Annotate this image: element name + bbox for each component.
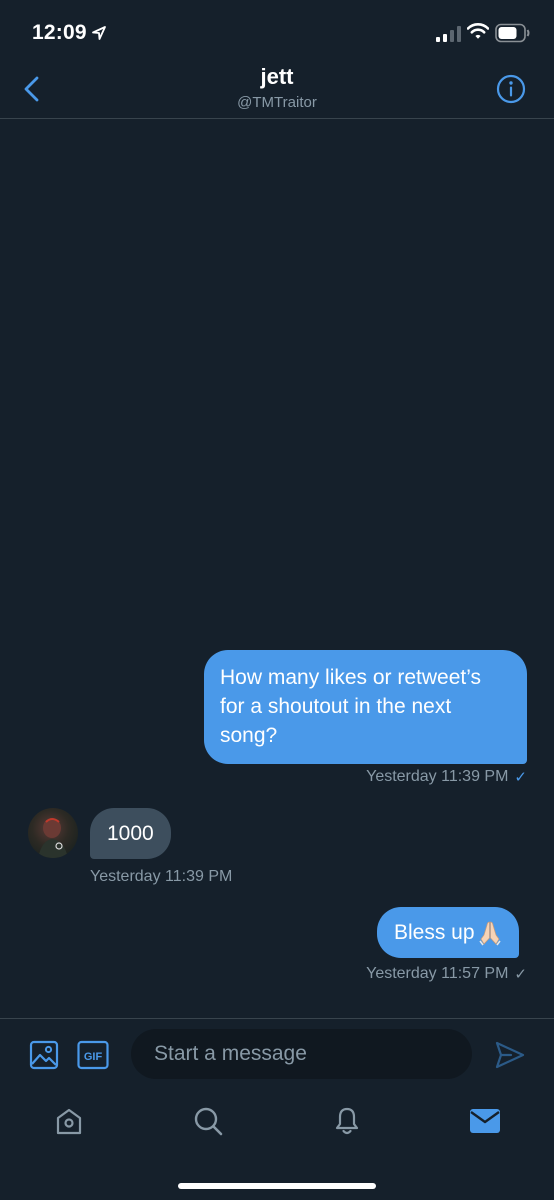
message-timestamp: Yesterday 11:39 PM xyxy=(90,868,232,886)
message-text: How many likes or retweet’s for a shouto… xyxy=(220,666,482,747)
received-message-bubble[interactable]: 1000 xyxy=(90,808,171,859)
battery-icon xyxy=(495,23,530,43)
message-timestamp: Yesterday 11:39 PM ✓ xyxy=(366,768,527,786)
home-tab-icon[interactable] xyxy=(54,1106,84,1136)
gif-icon[interactable]: GIF xyxy=(77,1040,109,1070)
folded-hands-emoji-icon xyxy=(478,921,501,945)
avatar-image xyxy=(38,818,68,858)
contact-name[interactable]: jett xyxy=(0,64,554,90)
message-composer: GIF xyxy=(0,1018,554,1095)
search-tab-icon[interactable] xyxy=(193,1106,223,1136)
sent-message-bubble[interactable]: How many likes or retweet’s for a shouto… xyxy=(204,650,527,764)
info-icon[interactable] xyxy=(496,74,526,104)
notifications-tab-icon[interactable] xyxy=(332,1106,362,1136)
home-indicator[interactable] xyxy=(178,1183,376,1189)
location-arrow-icon xyxy=(92,26,106,40)
sent-message-bubble[interactable]: Bless up xyxy=(377,907,519,958)
image-icon[interactable] xyxy=(29,1040,59,1070)
cellular-signal-icon xyxy=(436,26,461,42)
send-icon[interactable] xyxy=(494,1039,526,1071)
status-bar: 12:09 xyxy=(0,0,554,66)
timestamp-text: Yesterday 11:39 PM xyxy=(366,768,509,785)
wifi-icon xyxy=(467,23,489,39)
timestamp-text: Yesterday 11:57 PM xyxy=(366,965,509,982)
status-time: 12:09 xyxy=(32,21,87,44)
read-check-icon: ✓ xyxy=(514,769,527,786)
message-timestamp: Yesterday 11:57 PM ✓ xyxy=(366,965,527,983)
contact-handle[interactable]: @TMTraitor xyxy=(0,94,554,111)
messages-tab-icon[interactable] xyxy=(469,1108,501,1134)
conversation-header: jett @TMTraitor xyxy=(0,58,554,119)
contact-avatar[interactable] xyxy=(28,808,78,858)
timestamp-text: Yesterday 11:39 PM xyxy=(90,868,233,885)
message-input[interactable] xyxy=(131,1029,472,1079)
sent-check-icon: ✓ xyxy=(514,966,527,983)
message-text: 1000 xyxy=(107,822,154,845)
message-text: Bless up xyxy=(394,921,475,944)
gif-label: GIF xyxy=(84,1051,103,1063)
